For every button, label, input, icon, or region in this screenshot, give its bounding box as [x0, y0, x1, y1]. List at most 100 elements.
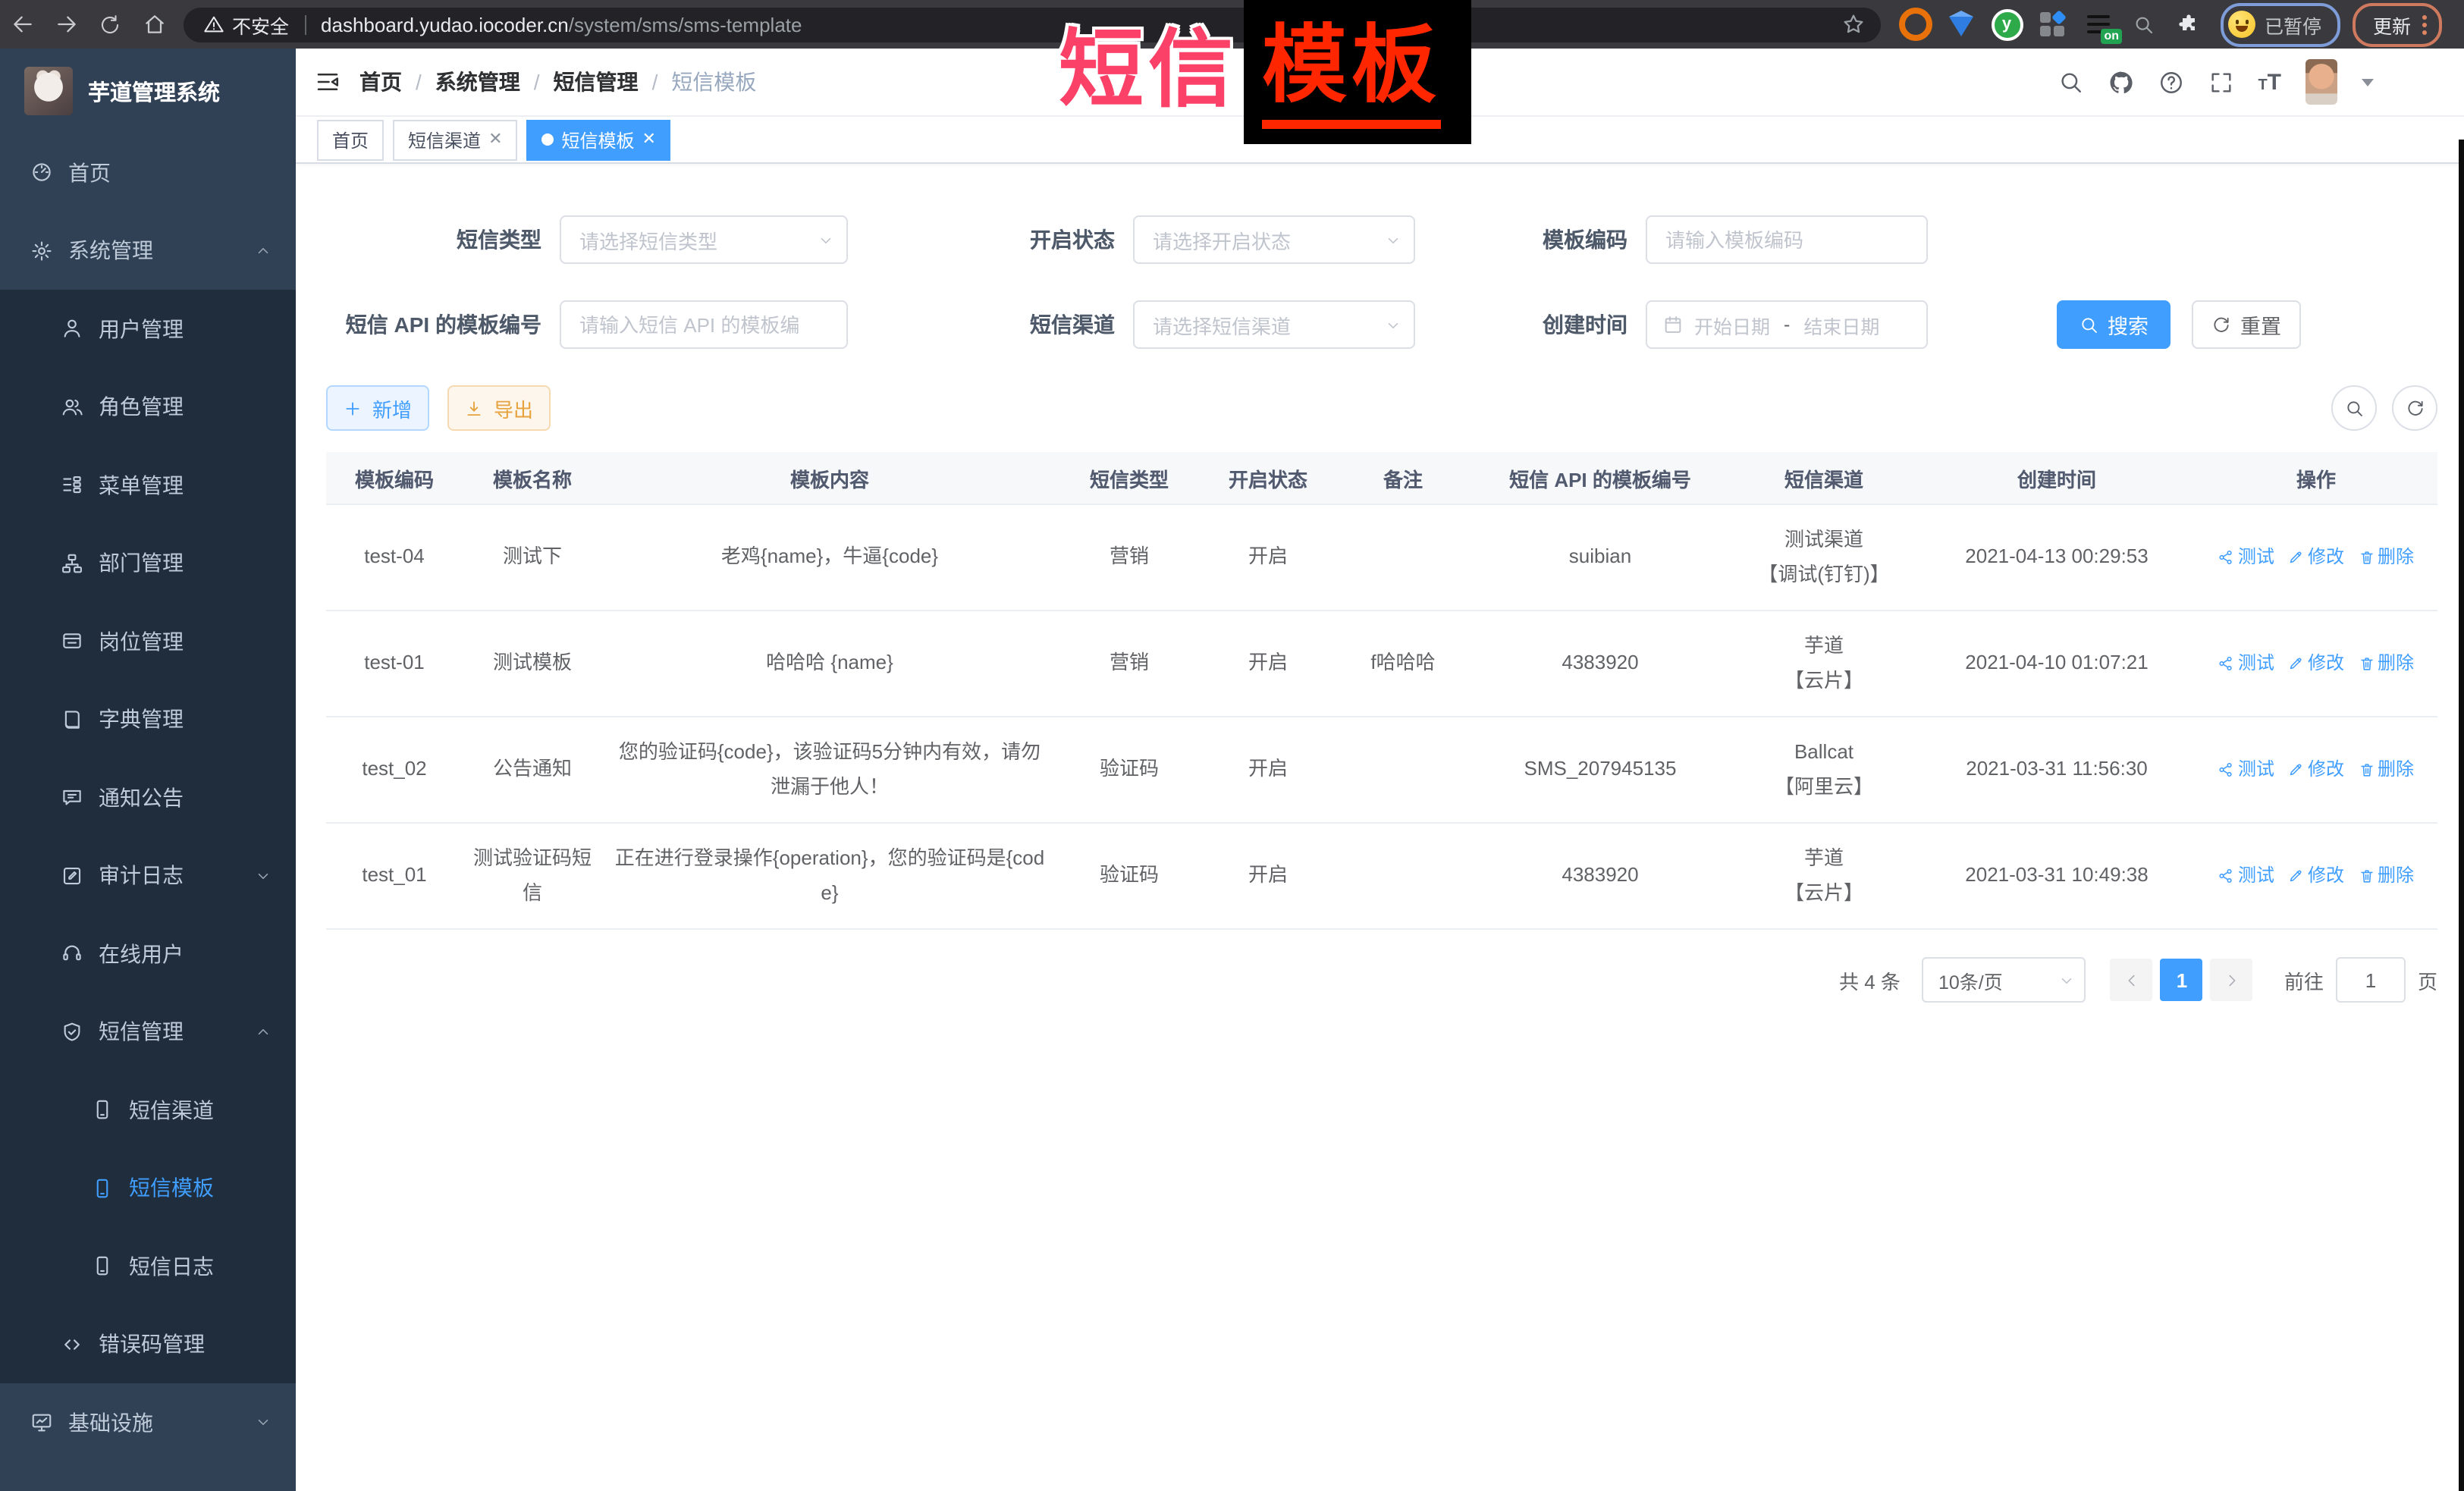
extension-grid-icon[interactable] [2029, 0, 2075, 49]
search-button[interactable]: 搜索 [2057, 300, 2171, 349]
sidebar-item-departments[interactable]: 部门管理 [0, 524, 296, 602]
fullscreen-icon[interactable] [2208, 69, 2233, 95]
filter-label-sms-type: 短信类型 [326, 224, 560, 255]
security-label: 不安全 [232, 10, 289, 39]
sidebar-item-sms[interactable]: 短信管理 [0, 993, 296, 1071]
add-button[interactable]: 新增 [326, 385, 429, 431]
sidebar-item-dictionary[interactable]: 字典管理 [0, 680, 296, 758]
extension-y-icon[interactable]: y [1984, 0, 2029, 49]
browser-menu-icon[interactable] [2422, 14, 2426, 34]
delete-link[interactable]: 删除 [2358, 648, 2414, 680]
sidebar-item-sms-channel[interactable]: 短信渠道 [0, 1071, 296, 1149]
export-button[interactable]: 导出 [447, 385, 551, 431]
extension-gem-icon[interactable] [1938, 0, 1984, 49]
close-icon[interactable]: ✕ [642, 131, 656, 148]
sidebar-item-roles[interactable]: 角色管理 [0, 368, 296, 446]
extension-list-icon[interactable]: on [2075, 0, 2120, 49]
edit-link[interactable]: 修改 [2288, 542, 2344, 573]
dictionary-icon [61, 708, 83, 731]
user-avatar[interactable] [2305, 59, 2337, 105]
close-icon[interactable]: ✕ [488, 131, 502, 148]
font-size-icon[interactable]: TT [2258, 71, 2281, 93]
sidebar-item-sms-log[interactable]: 短信日志 [0, 1227, 296, 1305]
extension-orange-icon[interactable] [1893, 0, 1938, 49]
status-select[interactable]: 请选择开启状态 [1133, 215, 1415, 264]
col-template-content: 模板内容 [602, 452, 1057, 504]
security-status[interactable]: 不安全 [203, 10, 289, 39]
sidebar-collapse-icon[interactable] [296, 68, 359, 96]
sidebar-item-users[interactable]: 用户管理 [0, 290, 296, 368]
date-range-picker[interactable]: 开始日期 - 结束日期 [1646, 300, 1928, 349]
github-icon[interactable] [2108, 69, 2133, 95]
sidebar-item-audit-log[interactable]: 审计日志 [0, 837, 296, 915]
phone-icon [91, 1177, 114, 1200]
page-scrollbar[interactable] [2459, 140, 2464, 1491]
delete-link[interactable]: 删除 [2358, 861, 2414, 892]
browser-reload-icon[interactable] [88, 0, 132, 49]
badge-icon [61, 630, 83, 653]
browser-profile-button[interactable]: 已暂停 [2221, 2, 2340, 46]
app-logo-row[interactable]: 芋道管理系统 [0, 49, 296, 133]
channel-select[interactable]: 请选择短信渠道 [1133, 300, 1415, 349]
delete-link[interactable]: 删除 [2358, 542, 2414, 573]
sidebar-item-online-users[interactable]: 在线用户 [0, 915, 296, 993]
toggle-search-button[interactable] [2331, 385, 2377, 431]
sidebar-menu: 首页 系统管理 用户管理 角色管理 [0, 133, 296, 1491]
date-end-placeholder: 结束日期 [1803, 310, 1879, 339]
edit-link[interactable]: 修改 [2288, 648, 2344, 680]
help-icon[interactable] [2158, 69, 2183, 95]
test-link[interactable]: 测试 [2218, 542, 2274, 573]
browser-back-icon[interactable] [0, 0, 44, 49]
sidebar-item-system[interactable]: 系统管理 [0, 212, 296, 290]
next-page-button[interactable] [2211, 959, 2253, 1001]
edit-link[interactable]: 修改 [2288, 861, 2344, 892]
breadcrumb-sms[interactable]: 短信管理 [554, 67, 639, 97]
page-number-button[interactable]: 1 [2161, 959, 2203, 1001]
sms-type-select[interactable]: 请选择短信类型 [560, 215, 848, 264]
sidebar-item-menus[interactable]: 菜单管理 [0, 446, 296, 524]
search-icon[interactable] [2058, 69, 2083, 95]
user-menu-caret-icon[interactable] [2362, 78, 2374, 86]
chevron-down-icon [255, 1414, 272, 1431]
pagination-total: 共 4 条 [1839, 965, 1901, 994]
test-link[interactable]: 测试 [2218, 755, 2274, 786]
sidebar-item-notices[interactable]: 通知公告 [0, 758, 296, 837]
browser-home-icon[interactable] [132, 0, 176, 49]
bookmark-star-icon[interactable] [1841, 12, 1866, 36]
extensions-puzzle-icon[interactable] [2166, 0, 2211, 49]
template-code-input[interactable] [1647, 228, 1926, 251]
address-bar[interactable]: 不安全 dashboard.yudao.iocoder.cn/system/sm… [184, 7, 1881, 42]
sidebar-item-home[interactable]: 首页 [0, 133, 296, 212]
breadcrumb-system[interactable]: 系统管理 [435, 67, 520, 97]
sidebar-item-infrastructure[interactable]: 基础设施 [0, 1383, 296, 1461]
browser-update-button[interactable]: 更新 [2352, 2, 2441, 46]
test-link[interactable]: 测试 [2218, 861, 2274, 892]
trash-icon [2358, 761, 2375, 778]
filter-label-channel: 短信渠道 [848, 309, 1133, 340]
goto-page-input[interactable] [2336, 957, 2406, 1003]
col-remark: 备注 [1335, 452, 1471, 504]
sidebar-item-label: 字典管理 [99, 705, 184, 735]
tab-sms-channel[interactable]: 短信渠道✕ [393, 119, 517, 160]
delete-link[interactable]: 删除 [2358, 755, 2414, 786]
api-template-id-input[interactable] [561, 313, 846, 336]
chevron-down-icon [2058, 972, 2075, 988]
tab-home[interactable]: 首页 [317, 119, 384, 160]
app-logo [24, 67, 73, 115]
browser-forward-icon[interactable] [44, 0, 88, 49]
tab-sms-template[interactable]: 短信模板✕ [527, 119, 671, 160]
extension-magnifier-icon[interactable] [2120, 0, 2166, 49]
page-size-select[interactable]: 10条/页 [1922, 957, 2086, 1003]
reset-button[interactable]: 重置 [2192, 300, 2301, 349]
breadcrumb-home[interactable]: 首页 [359, 67, 402, 97]
test-link[interactable]: 测试 [2218, 648, 2274, 680]
sidebar-item-error-codes[interactable]: 错误码管理 [0, 1305, 296, 1383]
prev-page-button[interactable] [2111, 959, 2153, 1001]
refresh-table-button[interactable] [2392, 385, 2437, 431]
active-dot-icon [542, 133, 554, 146]
sidebar-item-posts[interactable]: 岗位管理 [0, 602, 296, 680]
on-badge: on [2101, 29, 2122, 44]
sidebar-item-sms-template[interactable]: 短信模板 [0, 1149, 296, 1227]
edit-link[interactable]: 修改 [2288, 755, 2344, 786]
edit-icon [2288, 655, 2305, 672]
